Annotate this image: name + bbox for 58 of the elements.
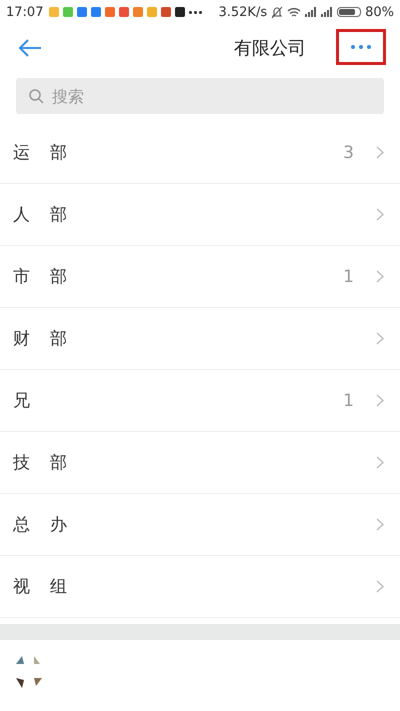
search-field[interactable]: 搜索 [16, 78, 384, 114]
department-name: 人 [13, 204, 31, 226]
department-item[interactable]: 市 部 1 [0, 246, 400, 308]
bell-muted-icon [271, 6, 284, 18]
battery-percent: 80% [365, 4, 394, 20]
department-item[interactable]: 总 办 [0, 494, 400, 556]
signal-icon [305, 7, 318, 17]
department-name: 市 [13, 266, 31, 288]
more-icon[interactable] [350, 44, 372, 50]
department-name: 部 [50, 452, 67, 474]
chevron-icon [376, 518, 384, 531]
department-name: 部 [50, 204, 67, 226]
notification-icon [161, 7, 172, 17]
notification-icon [147, 7, 158, 17]
battery-icon [337, 7, 362, 17]
department-name: 视 [13, 576, 31, 598]
department-name: 技 [13, 452, 31, 474]
department-item[interactable]: 兄 1 [0, 370, 400, 432]
notification-icon [175, 7, 186, 17]
more-notifications-icon [189, 10, 202, 14]
member-count: 1 [343, 390, 354, 410]
back-icon[interactable] [18, 38, 42, 58]
search-icon [28, 88, 44, 104]
chevron-icon [376, 394, 384, 407]
department-name: 部 [50, 266, 67, 288]
department-name: 运 [13, 142, 31, 164]
notification-icon [133, 7, 144, 17]
notification-icon [119, 7, 130, 17]
department-name: 兄 [13, 390, 31, 412]
department-item[interactable]: 运 部 3 [0, 122, 400, 184]
wifi-icon [287, 6, 302, 18]
status-time: 17:07 [6, 4, 44, 20]
chevron-icon [376, 456, 384, 469]
signal-icon [321, 7, 334, 17]
notification-icon [105, 7, 116, 17]
chevron-icon [376, 270, 384, 283]
notification-icon [49, 7, 60, 17]
department-item[interactable]: 人 部 [0, 184, 400, 246]
department-name: 财 [13, 328, 31, 350]
notification-icon [63, 7, 74, 17]
chevron-icon [376, 332, 384, 345]
department-name: 组 [50, 576, 67, 598]
department-item[interactable]: 技 部 [0, 432, 400, 494]
department-name: 部 [50, 142, 67, 164]
page-title: 有限公司 [233, 37, 307, 60]
chevron-icon [376, 146, 384, 159]
notification-icon [91, 7, 102, 17]
department-item[interactable]: 财 部 [0, 308, 400, 370]
department-item[interactable]: 视 组 [0, 556, 400, 618]
member-count: 1 [343, 266, 354, 286]
member-count: 3 [343, 142, 354, 162]
department-name: 总 [13, 514, 31, 536]
department-name: 部 [50, 328, 67, 350]
chevron-icon [376, 208, 384, 221]
notification-icon [77, 7, 88, 17]
department-name: 办 [50, 514, 67, 536]
chevron-icon [376, 580, 384, 593]
network-speed: 3.52K/s [218, 4, 268, 20]
